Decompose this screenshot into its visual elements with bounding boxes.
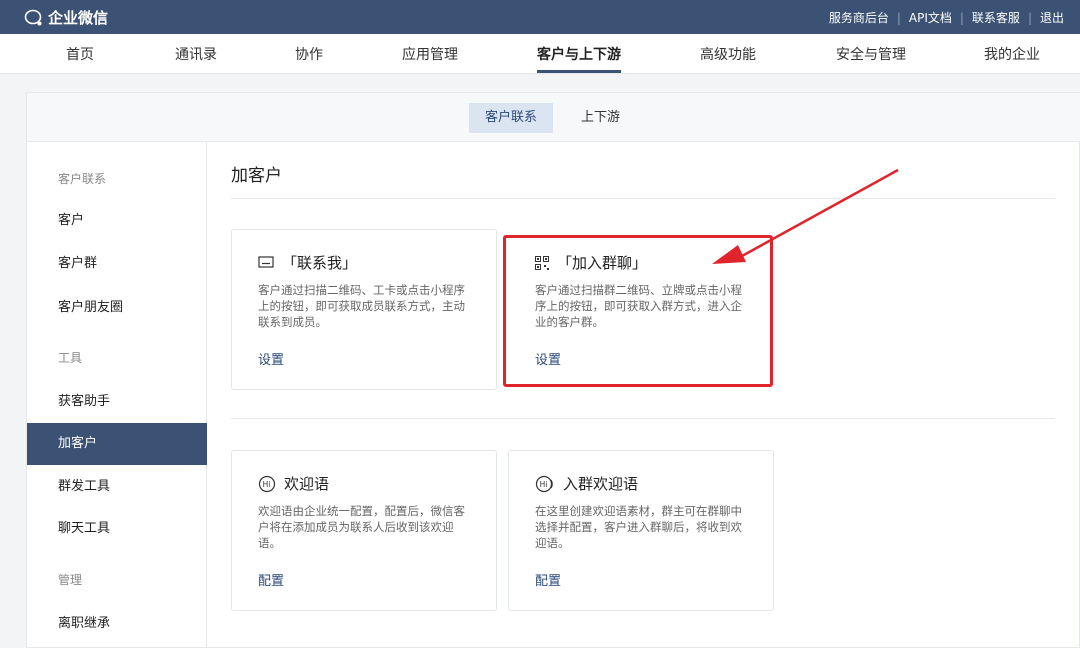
card-description: 欢迎语由企业统一配置，配置后，微信客户将在添加成员为联系人后收到该欢迎语。 [258,504,465,550]
welcome-message-card: Hi 欢迎语 欢迎语由企业统一配置，配置后，微信客户将在添加成员为联系人后收到该… [231,450,497,611]
divider [231,198,1055,199]
sidebar: 客户联系 客户 客户群 客户朋友圈 工具 获客助手 加客户 群发工具 聊天工具 … [27,142,207,648]
contact-me-settings-link[interactable]: 设置 [258,349,284,368]
wecom-logo-icon [24,9,42,25]
welcome-configure-link[interactable]: 配置 [258,570,284,589]
contact-support-link[interactable]: 联系客服 [964,9,1028,26]
sidebar-item-customers[interactable]: 客户 [27,200,207,242]
group-welcome-card: Hi 入群欢迎语 在这里创建欢迎语素材，群主可在群聊中选择并配置，客户进入群聊后… [508,450,774,611]
sidebar-item-chat-tools[interactable]: 聊天工具 [27,508,207,550]
group-welcome-configure-link[interactable]: 配置 [535,570,561,589]
nav-security[interactable]: 安全与管理 [836,44,906,64]
top-links: 服务商后台 | API文档 | 联系客服 | 退出 [821,9,1072,26]
svg-text:Hi: Hi [263,480,271,489]
sidebar-item-broadcast[interactable]: 群发工具 [27,466,207,508]
sidebar-item-add-customer[interactable]: 加客户 [27,423,207,465]
sidebar-item-acquisition-assistant[interactable]: 获客助手 [27,381,207,423]
sub-tabs: 客户联系 上下游 [27,93,1080,142]
main-panel: 客户联系 上下游 客户联系 客户 客户群 客户朋友圈 工具 获客助手 加客户 群… [26,92,1080,648]
top-bar: 企业微信 服务商后台 | API文档 | 联系客服 | 退出 [0,0,1080,34]
sidebar-item-moments[interactable]: 客户朋友圈 [27,287,207,329]
contact-card-icon [258,255,274,270]
card-title: 欢迎语 [284,475,330,493]
api-docs-link[interactable]: API文档 [901,9,960,26]
nav-my-company[interactable]: 我的企业 [984,44,1040,64]
hi-bubble-icon: Hi [258,475,276,493]
page-title: 加客户 [231,166,282,186]
card-description: 客户通过扫描二维码、工卡或点击小程序上的按钮，即可获取成员联系方式，主动联系到成… [258,283,465,329]
contact-me-card: 「联系我」 客户通过扫描二维码、工卡或点击小程序上的按钮，即可获取成员联系方式，… [231,229,497,390]
nav-customers-upstream[interactable]: 客户与上下游 [537,44,621,64]
hi-group-icon: Hi [535,475,555,493]
nav-home[interactable]: 首页 [66,44,94,64]
service-provider-link[interactable]: 服务商后台 [821,9,897,26]
card-description: 在这里创建欢迎语素材，群主可在群聊中选择并配置，客户进入群聊后，将收到欢迎语。 [535,504,742,550]
sidebar-group-tools: 工具 [58,351,83,365]
tab-customer-contact[interactable]: 客户联系 [469,103,554,133]
sidebar-item-resigned-succession[interactable]: 离职继承 [27,603,207,645]
nav-contacts[interactable]: 通讯录 [175,44,217,64]
nav-app-management[interactable]: 应用管理 [402,44,458,64]
sidebar-group-customer-contact: 客户联系 [58,172,107,186]
divider [231,418,1055,419]
nav-advanced[interactable]: 高级功能 [700,44,756,64]
nav-active-indicator [537,70,621,73]
card-title: 入群欢迎语 [563,475,639,493]
annotation-highlight-box [503,235,773,387]
logo[interactable]: 企业微信 [24,7,108,28]
nav-collaboration[interactable]: 协作 [295,44,323,64]
logo-text: 企业微信 [48,9,109,27]
sidebar-item-customer-groups[interactable]: 客户群 [27,243,207,285]
logout-link[interactable]: 退出 [1032,9,1072,26]
svg-text:Hi: Hi [540,480,548,489]
tab-upstream-downstream[interactable]: 上下游 [565,103,636,133]
main-nav: 首页 通讯录 协作 应用管理 客户与上下游 高级功能 安全与管理 我的企业 [0,34,1080,74]
sidebar-group-management: 管理 [58,573,83,587]
card-title: 「联系我」 [282,254,358,272]
